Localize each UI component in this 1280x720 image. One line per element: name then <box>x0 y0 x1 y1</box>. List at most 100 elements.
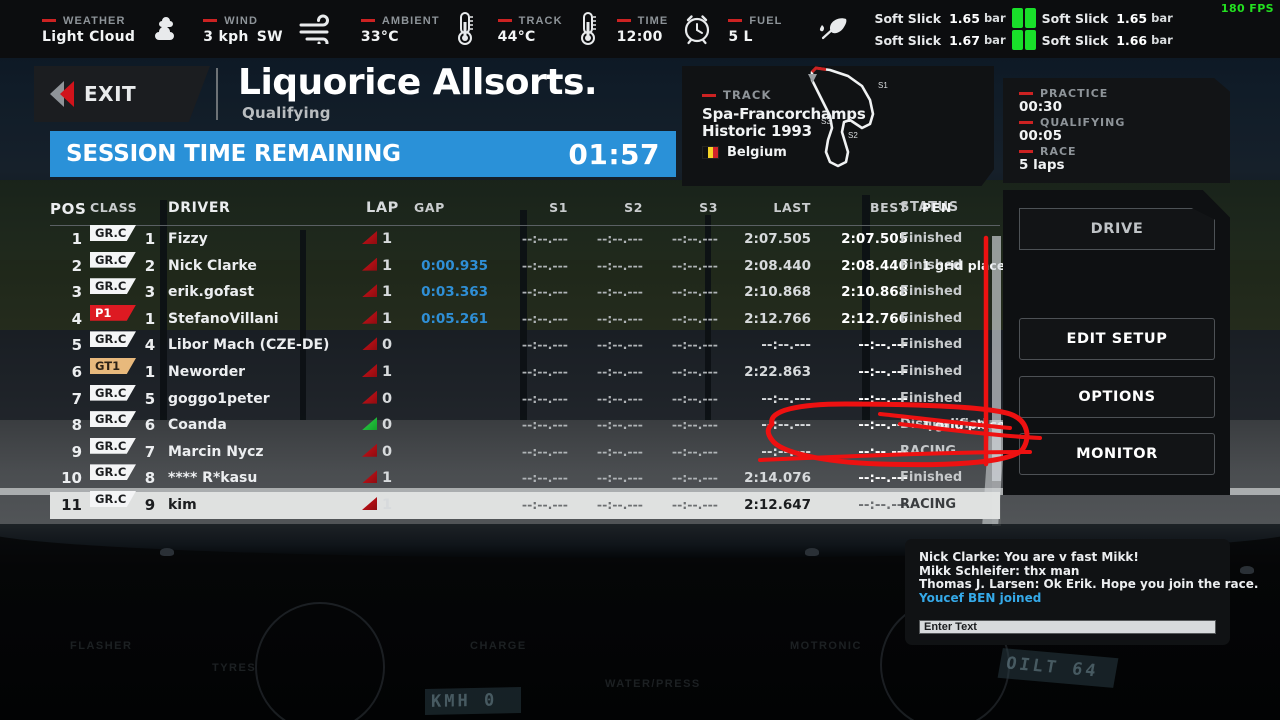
dashboard-screw <box>1240 566 1254 574</box>
row-last-lap: --:--.--- <box>761 417 811 434</box>
row-sector1: --:--.--- <box>521 417 568 433</box>
row-sector1: --:--.--- <box>521 363 568 379</box>
status-track-temp: TRACK 44°C <box>497 0 613 58</box>
tyre-pressure: 1.65 <box>949 10 980 26</box>
tyre-status-group: Soft Slick 1.65 bar Soft Slick 1.67 bar <box>874 8 1173 50</box>
row-lap-count: 1 <box>381 257 393 274</box>
monitor-button[interactable]: MONITOR <box>1019 433 1215 475</box>
row-last-lap: 2:07.505 <box>744 231 811 247</box>
row-class-position: 9 <box>144 495 156 514</box>
session-time-label: SESSION TIME REMAINING <box>66 141 401 167</box>
leaderboard-scrollbar-thumb[interactable] <box>992 236 1001 481</box>
table-row[interactable]: 10 GR.C 8 **** R*kasu 1 --:--.--- --:--.--- --:… <box>50 464 1000 492</box>
status-weather: WEATHER Light Cloud <box>42 0 197 58</box>
table-row[interactable]: 11 GR.C 9 kim 1 --:--.--- --:--.--- --:--.--- 2:… <box>50 490 1000 519</box>
row-sector2: --:--.--- <box>596 417 643 433</box>
page-title: Liquorice Allsorts. <box>238 62 598 103</box>
row-sector3: --:--.--- <box>671 470 718 486</box>
country-name: Belgium <box>727 145 787 160</box>
class-badge: GR.C <box>90 411 136 428</box>
back-chevron-icon <box>50 81 74 107</box>
table-row[interactable]: 7 GR.C 5 goggo1peter 0 --:--.--- --:--.--- --:-… <box>50 384 1000 413</box>
row-lap-flag-icon <box>362 386 377 413</box>
row-last-lap: 2:22.863 <box>744 363 811 380</box>
edit-setup-button[interactable]: EDIT SETUP <box>1019 318 1215 360</box>
row-class-position: 8 <box>144 469 156 488</box>
table-row[interactable]: 4 P1 1 StefanoVillani 1 0:05.261 --:--.--- --:-… <box>50 304 1000 333</box>
table-row[interactable]: 2 GR.C 2 Nick Clarke 1 0:00.935 --:--.--- --:--… <box>50 251 1005 280</box>
column-header-pos: POS <box>50 200 87 218</box>
tyre-unit: bar <box>983 33 1006 47</box>
row-lap-flag-icon <box>362 412 377 439</box>
table-row[interactable]: 5 GR.C 4 Libor Mach (CZE-DE) 0 --:--.--- --:--… <box>50 331 1000 359</box>
table-row[interactable]: 6 GT1 1 Neworder 1 --:--.--- --:--.--- --:--.--… <box>50 357 1000 386</box>
ambient-value: 33°C <box>360 28 399 45</box>
column-header-class: CLASS <box>90 200 138 215</box>
row-sector3: --:--.--- <box>671 363 718 379</box>
options-button[interactable]: OPTIONS <box>1019 376 1215 418</box>
row-sector3: --:--.--- <box>671 390 718 406</box>
race-value: 5 laps <box>1019 157 1065 173</box>
row-lap-flag-icon <box>362 465 377 492</box>
class-badge: GR.C <box>90 251 136 268</box>
track-temp-value: 44°C <box>497 28 536 45</box>
row-lap-count: 0 <box>381 417 393 434</box>
column-header-s3: S3 <box>699 200 718 215</box>
row-sector2: --:--.--- <box>596 496 643 512</box>
tyre-pressure: 1.66 <box>1116 32 1148 48</box>
tyre-front-right: Soft Slick 1.65 bar <box>1042 8 1173 28</box>
table-row[interactable]: 8 GR.C 6 Coanda 0 --:--.--- --:--.--- --:--.---… <box>50 411 1005 439</box>
row-position: 5 <box>71 336 82 355</box>
row-position: 6 <box>71 362 82 381</box>
red-dash-icon <box>1019 150 1033 153</box>
exit-label: EXIT <box>84 82 137 106</box>
row-driver-name: Libor Mach (CZE-DE) <box>168 337 330 354</box>
status-ambient: AMBIENT 33°C <box>360 0 490 58</box>
row-status: Finished <box>900 470 963 486</box>
schedule-race: RACE 5 laps <box>1019 145 1230 173</box>
row-sector1: --:--.--- <box>521 231 568 246</box>
schedule-qualifying: QUALIFYING 00:05 <box>1019 116 1230 144</box>
column-header-s2: S2 <box>624 200 643 215</box>
session-time-banner: SESSION TIME REMAINING 01:57 <box>50 131 676 177</box>
tyre-rear-right: Soft Slick 1.66 bar <box>1042 30 1173 50</box>
row-driver-name: Coanda <box>168 417 227 434</box>
row-sector1: --:--.--- <box>521 443 568 459</box>
table-row[interactable]: 3 GR.C 3 erik.gofast 1 0:03.363 --:--.--- --:--… <box>50 278 1000 306</box>
exit-button[interactable]: EXIT <box>34 66 210 122</box>
row-class-position: 1 <box>144 309 156 328</box>
fuel-nozzle-icon <box>816 15 852 43</box>
class-badge: GR.C <box>90 278 136 295</box>
table-row[interactable]: 1 GR.C 1 Fizzy 1 --:--.--- --:--.--- --:--.--- 2… <box>50 225 1000 253</box>
drive-button[interactable]: DRIVE <box>1019 208 1215 250</box>
row-lap-count: 1 <box>381 496 393 513</box>
row-lap-count: 1 <box>381 231 393 247</box>
red-dash-icon <box>728 19 743 22</box>
row-driver-name: Fizzy <box>168 231 208 247</box>
wind-direction: SW <box>256 28 283 45</box>
row-sector3: --:--.--- <box>671 284 718 300</box>
row-driver-name: Nick Clarke <box>168 257 257 274</box>
tyre-compound: Soft Slick <box>1041 32 1109 48</box>
cloud-icon <box>149 14 183 44</box>
row-sector1: --:--.--- <box>521 310 568 326</box>
row-position: 3 <box>71 283 82 302</box>
class-badge: P1 <box>90 304 136 321</box>
row-driver-name: Neworder <box>168 363 246 380</box>
track-header: TRACK <box>702 88 771 102</box>
row-class-position: 5 <box>144 389 156 408</box>
table-row[interactable]: 9 GR.C 7 Marcin Nycz 0 --:--.--- --:--.--- --:-… <box>50 437 1000 466</box>
column-header-last: LAST <box>773 200 811 215</box>
belgium-flag-icon <box>702 146 719 159</box>
row-sector2: --:--.--- <box>596 470 643 486</box>
column-header-driver: DRIVER <box>168 200 231 216</box>
track-country: Belgium <box>702 145 787 160</box>
row-sector3: --:--.--- <box>671 310 718 326</box>
fuel-value: 5 L <box>728 28 753 45</box>
row-class-position: 4 <box>144 336 156 355</box>
red-dash-icon <box>360 19 375 22</box>
row-status: Finished <box>900 284 963 300</box>
chat-input[interactable]: Enter Text <box>919 620 1216 634</box>
time-label: TIME <box>616 14 669 28</box>
tyre-block <box>1011 8 1023 28</box>
